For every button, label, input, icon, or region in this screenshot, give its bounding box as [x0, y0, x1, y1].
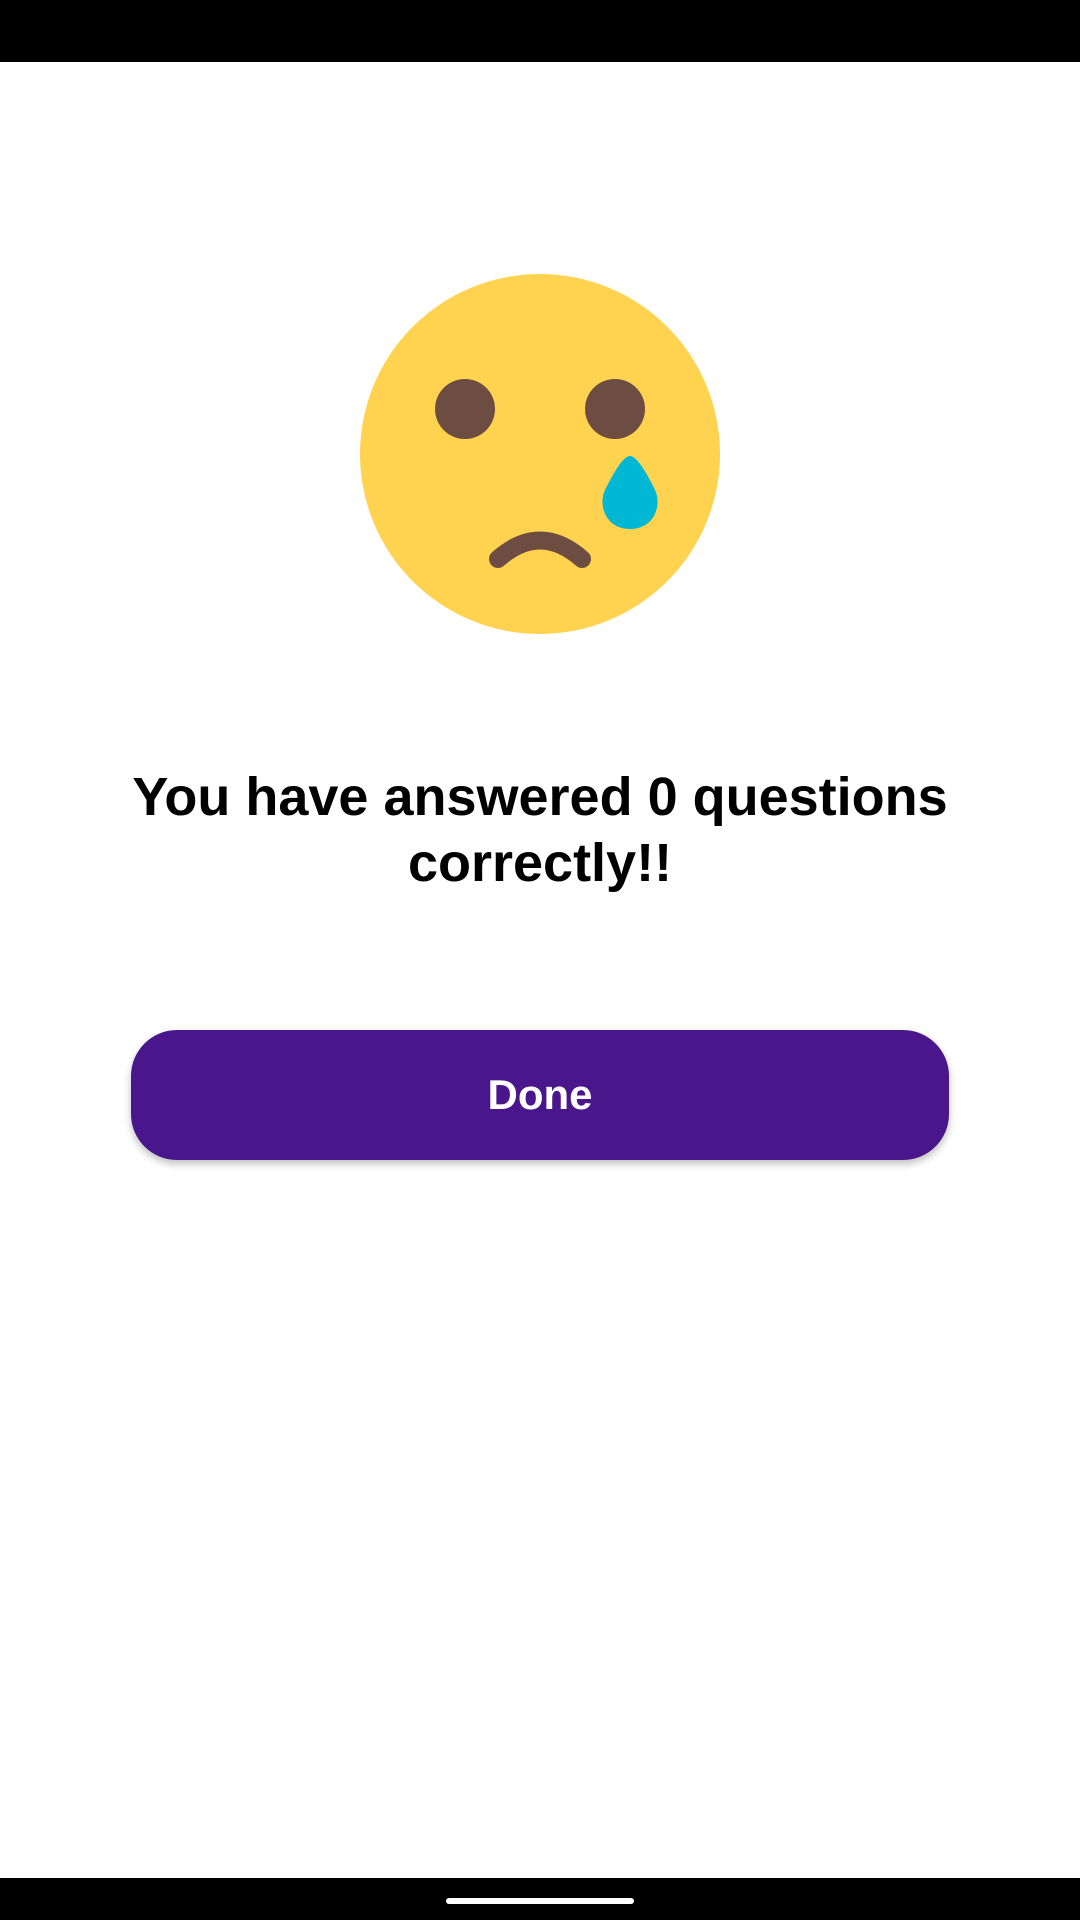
result-message: You have answered 0 questions correctly!…: [132, 767, 948, 893]
face-circle: [360, 274, 720, 634]
home-gesture-handle[interactable]: [446, 1898, 634, 1904]
done-button[interactable]: Done: [131, 1030, 949, 1160]
left-eye: [435, 379, 495, 439]
status-bar: [0, 0, 1080, 62]
right-eye: [585, 379, 645, 439]
crying-face-icon: [360, 274, 720, 634]
